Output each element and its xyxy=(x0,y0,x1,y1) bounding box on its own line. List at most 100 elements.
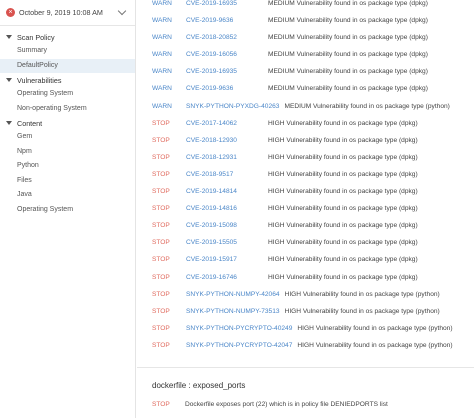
vulnerability-link[interactable]: CVE-2018-20852 xyxy=(186,29,256,46)
table-row: STOP SNYK-PYTHON-PYCRYPTO-40249 HIGH Vulne… xyxy=(137,320,474,337)
table-row: STOP CVE-2019-15917 HIGH Vulnerability fou… xyxy=(137,251,474,268)
row-message: HIGH Vulnerability found in os package t… xyxy=(268,239,418,247)
section-label: Vulnerabilities xyxy=(17,75,62,85)
vulnerability-link[interactable]: CVE-2019-14816 xyxy=(186,200,256,217)
dockerfile-section-title: dockerfile : exposed_ports xyxy=(152,381,246,390)
table-row: WARN CVE-2018-20852 MEDIUM Vulnerability f… xyxy=(137,29,474,46)
table-row: STOP SNYK-PYTHON-PYCRYPTO-42047 HIGH Vulne… xyxy=(137,337,474,354)
row-message: HIGH Vulnerability found in os package t… xyxy=(297,341,453,349)
vulnerability-link[interactable]: CVE-2019-9636 xyxy=(186,12,256,29)
level-badge: WARN xyxy=(152,102,172,110)
sidebar: × October 9, 2019 10:08 AM Scan Policy S… xyxy=(0,0,136,418)
vulnerability-link[interactable]: SNYK-PYTHON-PYXDG-40263 xyxy=(186,98,279,115)
vulnerability-link[interactable]: CVE-2018-9517 xyxy=(186,166,256,183)
table-row: STOP CVE-2019-14814 HIGH Vulnerability fou… xyxy=(137,183,474,200)
level-badge: WARN xyxy=(152,34,172,42)
level-badge: STOP xyxy=(152,205,170,213)
row-message: HIGH Vulnerability found in os package t… xyxy=(268,153,418,161)
section-content[interactable]: Content xyxy=(0,116,135,130)
table-row: STOP CVE-2017-14062 HIGH Vulnerability fou… xyxy=(137,115,474,132)
vulnerability-link[interactable]: SNYK-PYTHON-PYCRYPTO-42047 xyxy=(186,337,292,354)
vulnerability-link[interactable]: SNYK-PYTHON-NUMPY-42064 xyxy=(186,286,280,303)
level-badge: STOP xyxy=(152,290,170,298)
sidebar-item-python[interactable]: Python xyxy=(0,159,135,174)
table-row: WARN CVE-2019-16935 MEDIUM Vulnerability f… xyxy=(137,0,474,12)
sidebar-item-content-operating-system[interactable]: Operating System xyxy=(0,203,135,218)
table-row: WARN CVE-2019-9636 MEDIUM Vulnerability fo… xyxy=(137,12,474,29)
sidebar-item-npm[interactable]: Npm xyxy=(0,145,135,160)
row-message: MEDIUM Vulnerability found in os package… xyxy=(268,17,428,25)
table-row: WARN CVE-2019-16056 MEDIUM Vulnerability f… xyxy=(137,46,474,63)
section-vulnerabilities[interactable]: Vulnerabilities xyxy=(0,73,135,87)
table-row: STOP CVE-2018-12931 HIGH Vulnerability fou… xyxy=(137,149,474,166)
sidebar-item-non-operating-system[interactable]: Non-operating System xyxy=(0,102,135,117)
level-badge: WARN xyxy=(152,51,172,59)
app-window: × October 9, 2019 10:08 AM Scan Policy S… xyxy=(0,0,474,418)
sidebar-item-summary[interactable]: Summary xyxy=(0,44,135,59)
scan-selector[interactable]: × October 9, 2019 10:08 AM xyxy=(0,0,135,26)
fail-status-icon: × xyxy=(6,8,15,17)
section-scan-policy[interactable]: Scan Policy xyxy=(0,30,135,44)
vulnerability-link[interactable]: CVE-2019-15917 xyxy=(186,251,256,268)
row-message: MEDIUM Vulnerability found in os package… xyxy=(268,51,428,59)
vulnerability-link[interactable]: CVE-2019-15098 xyxy=(186,217,256,234)
row-message: HIGH Vulnerability found in os package t… xyxy=(268,205,418,213)
vulnerability-link[interactable]: CVE-2019-9636 xyxy=(186,80,256,97)
vulnerability-link[interactable]: CVE-2019-16746 xyxy=(186,269,256,286)
table-row: STOP SNYK-PYTHON-NUMPY-73513 HIGH Vulnerab… xyxy=(137,303,474,320)
chevron-down-icon[interactable] xyxy=(117,6,127,16)
row-message: MEDIUM Vulnerability found in os package… xyxy=(268,68,428,76)
vulnerability-link[interactable]: CVE-2019-16935 xyxy=(186,63,256,80)
caret-down-icon xyxy=(6,78,12,82)
row-message: MEDIUM Vulnerability found in os package… xyxy=(284,102,450,110)
row-message: HIGH Vulnerability found in os package t… xyxy=(268,273,418,281)
level-badge: STOP xyxy=(152,153,170,161)
sidebar-item-operating-system[interactable]: Operating System xyxy=(0,87,135,102)
results-table: WARN CVE-2019-16935 MEDIUM Vulnerability f… xyxy=(137,0,474,354)
vulnerability-link[interactable]: CVE-2019-14814 xyxy=(186,183,256,200)
level-badge: WARN xyxy=(152,85,172,93)
row-message: HIGH Vulnerability found in os package t… xyxy=(284,307,440,315)
table-row: STOP SNYK-PYTHON-NUMPY-42064 HIGH Vulnerab… xyxy=(137,286,474,303)
vulnerability-link[interactable]: SNYK-PYTHON-NUMPY-73513 xyxy=(186,303,280,320)
level-badge: STOP xyxy=(152,341,170,349)
sidebar-item-gem[interactable]: Gem xyxy=(0,130,135,145)
row-message: MEDIUM Vulnerability found in os package… xyxy=(268,34,428,42)
row-message: HIGH Vulnerability found in os package t… xyxy=(268,136,418,144)
level-badge: STOP xyxy=(152,188,170,196)
table-row: WARN SNYK-PYTHON-PYXDG-40263 MEDIUM Vulner… xyxy=(137,98,474,115)
level-badge: STOP xyxy=(152,239,170,247)
row-message: HIGH Vulnerability found in os package t… xyxy=(268,256,418,264)
section-label: Content xyxy=(17,118,43,128)
vulnerability-link[interactable]: CVE-2017-14062 xyxy=(186,115,256,132)
sidebar-item-defaultpolicy[interactable]: DefaultPolicy xyxy=(0,58,135,73)
level-badge: STOP xyxy=(152,307,170,315)
row-message: Dockerfile exposes port (22) which is in… xyxy=(185,401,388,408)
vulnerability-link[interactable]: CVE-2019-15505 xyxy=(186,234,256,251)
section-label: Scan Policy xyxy=(17,32,55,42)
table-row: STOP CVE-2018-12930 HIGH Vulnerability fou… xyxy=(137,132,474,149)
vulnerability-link[interactable]: CVE-2019-16935 xyxy=(186,0,256,12)
level-badge: STOP xyxy=(152,401,170,408)
row-message: HIGH Vulnerability found in os package t… xyxy=(284,290,440,298)
table-row: STOP CVE-2018-9517 HIGH Vulnerability foun… xyxy=(137,166,474,183)
table-row: WARN CVE-2019-9636 MEDIUM Vulnerability fo… xyxy=(137,80,474,97)
table-row: WARN CVE-2019-16935 MEDIUM Vulnerability f… xyxy=(137,63,474,80)
caret-down-icon xyxy=(6,35,12,39)
table-row: STOP CVE-2019-14816 HIGH Vulnerability fou… xyxy=(137,200,474,217)
level-badge: STOP xyxy=(152,136,170,144)
sidebar-item-files[interactable]: Files xyxy=(0,174,135,189)
vulnerability-link[interactable]: CVE-2018-12930 xyxy=(186,132,256,149)
row-message: HIGH Vulnerability found in os package t… xyxy=(268,119,418,127)
divider xyxy=(137,367,474,368)
level-badge: STOP xyxy=(152,119,170,127)
level-badge: STOP xyxy=(152,324,170,332)
row-message: MEDIUM Vulnerability found in os package… xyxy=(268,0,428,7)
vulnerability-link[interactable]: CVE-2019-16056 xyxy=(186,46,256,63)
table-row: STOP CVE-2019-15505 HIGH Vulnerability fou… xyxy=(137,234,474,251)
dockerfile-row: STOP Dockerfile exposes port (22) which … xyxy=(137,398,474,412)
vulnerability-link[interactable]: SNYK-PYTHON-PYCRYPTO-40249 xyxy=(186,320,292,337)
table-row: STOP CVE-2019-15098 HIGH Vulnerability fou… xyxy=(137,217,474,234)
sidebar-item-java[interactable]: Java xyxy=(0,188,135,203)
vulnerability-link[interactable]: CVE-2018-12931 xyxy=(186,149,256,166)
